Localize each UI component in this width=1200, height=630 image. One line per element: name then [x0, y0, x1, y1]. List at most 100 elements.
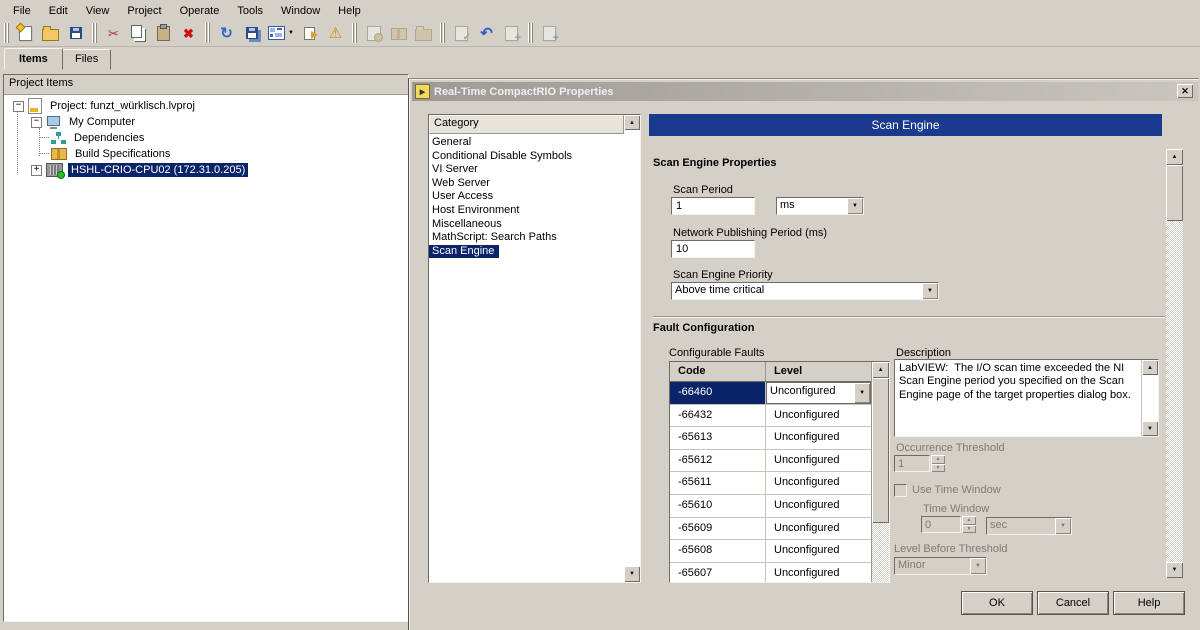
- fault-level-cell[interactable]: Unconfigured▼: [766, 382, 871, 404]
- menu-item-view[interactable]: View: [77, 2, 119, 19]
- collapse-expander-icon[interactable]: −: [13, 101, 24, 112]
- scrollbar-track[interactable]: [872, 523, 889, 582]
- tree-item-crio-target[interactable]: + HSHL-CRIO-CPU02 (172.31.0.205): [4, 162, 408, 178]
- close-icon[interactable]: ✕: [1177, 84, 1193, 98]
- new-file-icon[interactable]: [14, 22, 37, 44]
- fault-level-cell[interactable]: Unconfigured: [766, 540, 871, 562]
- scroll-up-icon[interactable]: ▲: [1166, 149, 1183, 165]
- category-item-user-access[interactable]: User Access: [429, 190, 624, 204]
- category-item-scan-engine[interactable]: Scan Engine: [429, 245, 499, 259]
- fault-level-cell[interactable]: Unconfigured: [766, 495, 871, 517]
- fault-row[interactable]: -65610Unconfigured: [670, 495, 871, 518]
- tree-item-project[interactable]: − Project: funzt_würklisch.lvproj: [4, 98, 408, 114]
- tree-item-dependencies[interactable]: Dependencies: [4, 130, 408, 146]
- expand-expander-icon[interactable]: +: [31, 165, 42, 176]
- chevron-down-icon[interactable]: ▼: [847, 198, 863, 214]
- items-view-grid-dropdown[interactable]: ▼: [265, 22, 297, 44]
- copy-icon[interactable]: [127, 22, 150, 44]
- category-item-host-environment[interactable]: Host Environment: [429, 204, 624, 218]
- delete-icon[interactable]: ✖: [177, 22, 200, 44]
- menu-item-edit[interactable]: Edit: [40, 2, 77, 19]
- scrollbar-track[interactable]: [624, 130, 640, 566]
- menu-item-project[interactable]: Project: [118, 2, 170, 19]
- fault-code-cell[interactable]: -65609: [670, 518, 766, 540]
- fault-row[interactable]: -65613Unconfigured: [670, 427, 871, 450]
- save-all-icon[interactable]: [240, 22, 263, 44]
- fault-code-cell[interactable]: -65607: [670, 563, 766, 583]
- scroll-down-icon[interactable]: ▼: [624, 566, 640, 582]
- fault-code-cell[interactable]: -65612: [670, 450, 766, 472]
- save-icon[interactable]: [64, 22, 87, 44]
- ok-button[interactable]: OK: [961, 591, 1033, 615]
- tab-files[interactable]: Files: [62, 49, 111, 70]
- scroll-down-icon[interactable]: ▼: [1142, 421, 1158, 436]
- cancel-button[interactable]: Cancel: [1037, 591, 1109, 615]
- fault-level-cell[interactable]: Unconfigured: [766, 563, 871, 583]
- configurable-faults-label: Configurable Faults: [669, 347, 764, 359]
- tree-item-build-specifications[interactable]: Build Specifications: [4, 146, 408, 162]
- chevron-down-icon[interactable]: ▼: [922, 283, 938, 299]
- cut-icon[interactable]: ✂: [102, 22, 125, 44]
- category-scrollbar[interactable]: ▲ ▼: [624, 115, 640, 582]
- network-publishing-input[interactable]: 10: [671, 240, 755, 258]
- fault-code-cell[interactable]: -65613: [670, 427, 766, 449]
- fault-level-cell[interactable]: Unconfigured: [766, 427, 871, 449]
- category-item-general[interactable]: General: [429, 136, 624, 150]
- menu-item-file[interactable]: File: [4, 2, 40, 19]
- fault-row[interactable]: -65611Unconfigured: [670, 472, 871, 495]
- fault-code-cell[interactable]: -66460: [670, 382, 766, 404]
- fault-code-cell[interactable]: -65610: [670, 495, 766, 517]
- scan-period-unit-dropdown[interactable]: ms ▼: [776, 197, 864, 215]
- fault-level-cell[interactable]: Unconfigured: [766, 472, 871, 494]
- fault-row[interactable]: -65608Unconfigured: [670, 540, 871, 563]
- menu-item-window[interactable]: Window: [272, 2, 329, 19]
- category-item-vi-server[interactable]: VI Server: [429, 163, 624, 177]
- fault-code-cell[interactable]: -65608: [670, 540, 766, 562]
- fault-level-cell[interactable]: Unconfigured: [766, 518, 871, 540]
- scan-engine-priority-dropdown[interactable]: Above time critical ▼: [671, 282, 939, 300]
- open-folder-icon[interactable]: [39, 22, 62, 44]
- scroll-up-icon[interactable]: ▲: [624, 115, 640, 130]
- undo-icon[interactable]: ↶: [475, 22, 498, 44]
- scrollbar-thumb[interactable]: [1166, 165, 1183, 221]
- scissors-icon: ✂: [108, 27, 119, 40]
- category-item-mathscript-search-paths[interactable]: MathScript: Search Paths: [429, 231, 624, 245]
- menu-item-help[interactable]: Help: [329, 2, 370, 19]
- category-item-conditional-disable-symbols[interactable]: Conditional Disable Symbols: [429, 150, 624, 164]
- scroll-up-icon[interactable]: ▲: [1142, 360, 1158, 375]
- faults-table-scrollbar[interactable]: ▲: [871, 362, 889, 582]
- fault-code-cell[interactable]: -66432: [670, 405, 766, 427]
- fault-row[interactable]: -66460Unconfigured▼: [670, 382, 871, 405]
- fault-level-cell[interactable]: Unconfigured: [766, 405, 871, 427]
- description-scrollbar[interactable]: ▲ ▼: [1141, 360, 1158, 436]
- scroll-down-icon[interactable]: ▼: [1166, 562, 1183, 578]
- scrollbar-track[interactable]: [1142, 375, 1158, 421]
- tree-item-my-computer[interactable]: − My Computer: [4, 114, 408, 130]
- category-item-web-server[interactable]: Web Server: [429, 177, 624, 191]
- deploy-icon[interactable]: [299, 22, 322, 44]
- scrollbar-track[interactable]: [1166, 221, 1183, 562]
- fault-code-cell[interactable]: -65611: [670, 472, 766, 494]
- tab-items[interactable]: Items: [4, 48, 63, 70]
- folder-icon: [42, 29, 59, 41]
- content-scrollbar[interactable]: ▲ ▼: [1166, 149, 1183, 578]
- refresh-icon[interactable]: ↻: [215, 22, 238, 44]
- fault-level-cell[interactable]: Unconfigured: [766, 450, 871, 472]
- menu-item-operate[interactable]: Operate: [171, 2, 229, 19]
- collapse-expander-icon[interactable]: −: [31, 117, 42, 128]
- scrollbar-thumb[interactable]: [872, 378, 889, 523]
- scroll-up-icon[interactable]: ▲: [872, 362, 889, 378]
- fault-row[interactable]: -65609Unconfigured: [670, 518, 871, 541]
- fault-row[interactable]: -65607Unconfigured: [670, 563, 871, 583]
- chevron-down-icon[interactable]: ▼: [854, 383, 870, 403]
- fault-row[interactable]: -65612Unconfigured: [670, 450, 871, 473]
- scan-period-input[interactable]: 1: [671, 197, 755, 215]
- dialog-title-bar[interactable]: ▶ Real-Time CompactRIO Properties ✕: [412, 82, 1198, 101]
- fault-level-dropdown[interactable]: Unconfigured▼: [766, 382, 871, 404]
- paste-icon[interactable]: [152, 22, 175, 44]
- fault-row[interactable]: -66432Unconfigured: [670, 405, 871, 428]
- category-item-miscellaneous[interactable]: Miscellaneous: [429, 218, 624, 232]
- menu-item-tools[interactable]: Tools: [228, 2, 272, 19]
- warnings-icon[interactable]: ⚠: [324, 22, 347, 44]
- help-button[interactable]: Help: [1113, 591, 1185, 615]
